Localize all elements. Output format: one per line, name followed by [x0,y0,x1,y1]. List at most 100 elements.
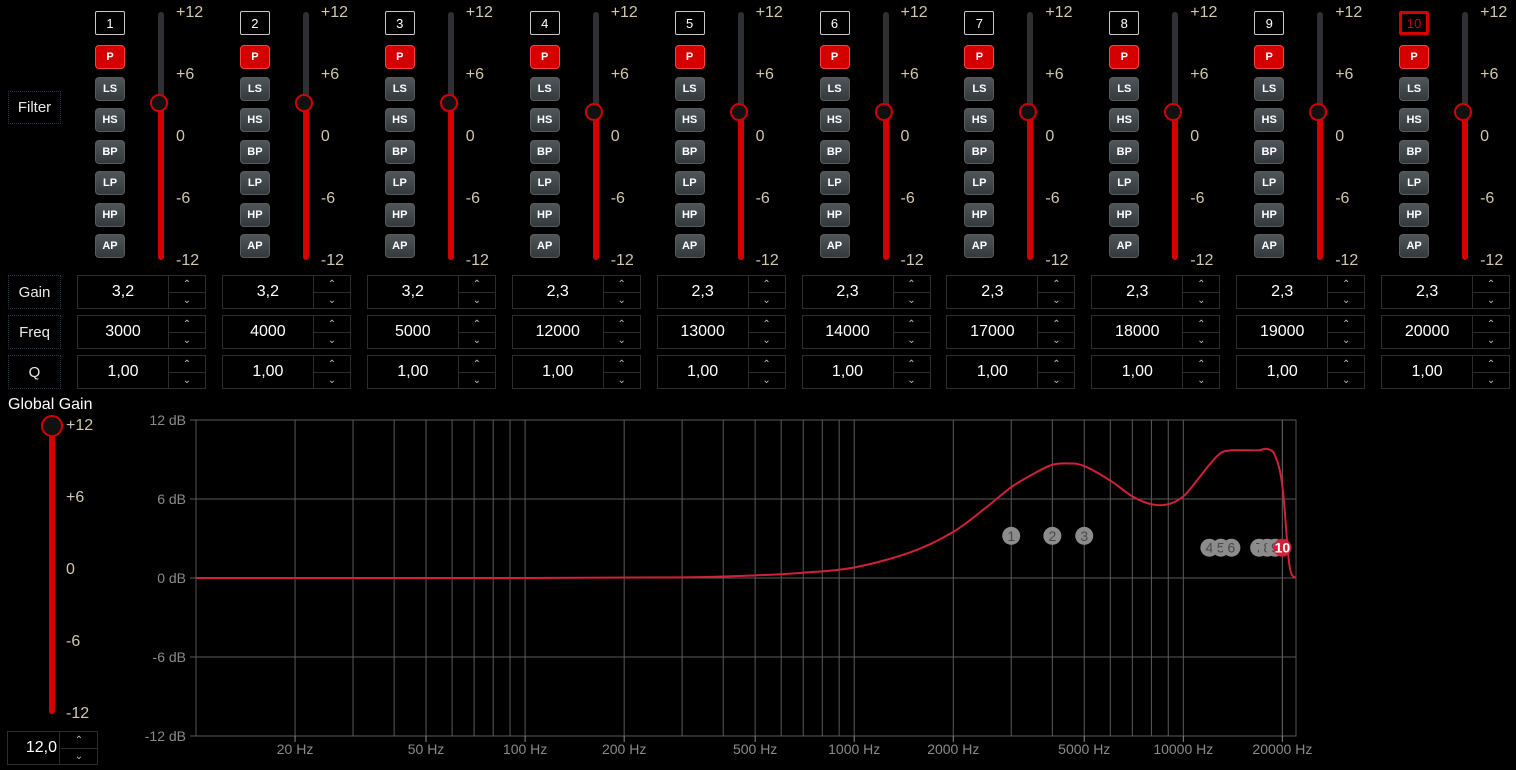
filter-type-button-p[interactable]: P [1399,45,1430,69]
band-gain-slider[interactable] [1164,12,1183,260]
filter-type-button-hs[interactable]: HS [239,108,270,132]
band-gain-spinbox[interactable]: 2,3 ⌃ ⌄ [511,275,641,309]
filter-type-button-ap[interactable]: AP [1399,234,1430,258]
band-marker[interactable] [1211,538,1230,557]
band-q-decrement-button[interactable]: ⌄ [459,372,495,388]
band-q-decrement-button[interactable]: ⌄ [1183,372,1219,388]
band-freq-spinbox[interactable]: 17000 ⌃ ⌄ [946,315,1076,349]
band-gain-spinbox[interactable]: 2,3 ⌃ ⌄ [1236,275,1366,309]
band-gain-value[interactable]: 2,3 [947,276,1039,308]
filter-type-button-hp[interactable]: HP [674,202,705,227]
filter-type-button-lp[interactable]: LP [674,171,705,195]
band-freq-value[interactable]: 14000 [803,316,894,348]
band-freq-increment-button[interactable]: ⌃ [1328,316,1365,333]
filter-type-button-hp[interactable]: HP [1254,202,1285,227]
band-gain-slider-thumb[interactable] [1019,103,1038,122]
band-q-decrement-button[interactable]: ⌄ [749,372,785,388]
band-gain-slider-thumb[interactable] [1164,103,1183,122]
filter-type-button-bp[interactable]: BP [1254,139,1285,164]
band-gain-value[interactable]: 2,3 [1092,276,1184,308]
band-gain-increment-button[interactable]: ⌃ [1183,276,1220,293]
band-q-decrement-button[interactable]: ⌄ [314,372,350,388]
band-gain-increment-button[interactable]: ⌃ [1473,276,1510,293]
band-gain-decrement-button[interactable]: ⌄ [604,292,640,308]
band-q-increment-button[interactable]: ⌃ [1038,356,1075,373]
band-marker[interactable] [1222,538,1241,557]
band-freq-value[interactable]: 18000 [1092,316,1184,348]
filter-type-button-hs[interactable]: HS [384,108,415,132]
band-q-spinbox[interactable]: 1,00 ⌃ ⌄ [801,355,931,389]
filter-type-button-hp[interactable]: HP [1109,202,1140,227]
band-gain-decrement-button[interactable]: ⌄ [894,292,930,308]
band-q-decrement-button[interactable]: ⌄ [1328,372,1364,388]
band-gain-spinbox[interactable]: 2,3 ⌃ ⌄ [1381,275,1511,309]
band-q-increment-button[interactable]: ⌃ [313,356,350,373]
band-gain-increment-button[interactable]: ⌃ [1038,276,1075,293]
band-gain-slider[interactable] [1019,12,1038,260]
band-gain-value[interactable]: 2,3 [658,276,749,308]
band-gain-spinbox[interactable]: 2,3 ⌃ ⌄ [656,275,786,309]
band-q-spinbox[interactable]: 1,00 ⌃ ⌄ [946,355,1076,389]
band-gain-spinbox[interactable]: 3,2 ⌃ ⌄ [221,275,351,309]
band-number-button[interactable]: 1 [95,11,125,35]
filter-type-button-lp[interactable]: LP [239,171,270,195]
band-q-spinbox[interactable]: 1,00 ⌃ ⌄ [77,355,206,389]
band-freq-spinbox[interactable]: 20000 ⌃ ⌄ [1381,315,1511,349]
global-gain-slider[interactable] [41,415,63,714]
band-q-spinbox[interactable]: 1,00 ⌃ ⌄ [221,355,351,389]
filter-type-button-ap[interactable]: AP [1254,234,1285,258]
band-q-value[interactable]: 1,00 [1237,356,1329,388]
band-freq-increment-button[interactable]: ⌃ [169,316,205,333]
band-freq-value[interactable]: 19000 [1237,316,1329,348]
band-q-value[interactable]: 1,00 [513,356,604,388]
band-gain-spinbox[interactable]: 2,3 ⌃ ⌄ [946,275,1076,309]
band-gain-value[interactable]: 3,2 [78,276,169,308]
filter-type-button-hp[interactable]: HP [239,202,270,227]
band-q-spinbox[interactable]: 1,00 ⌃ ⌄ [366,355,496,389]
band-freq-increment-button[interactable]: ⌃ [458,316,495,333]
band-gain-slider-thumb[interactable] [729,103,748,122]
filter-type-button-bp[interactable]: BP [95,139,125,164]
filter-type-button-bp[interactable]: BP [239,139,270,164]
filter-type-button-hs[interactable]: HS [674,108,705,132]
band-number-button[interactable]: 7 [964,11,995,35]
band-q-increment-button[interactable]: ⌃ [458,356,495,373]
filter-type-button-ls[interactable]: LS [674,76,705,101]
band-number-button[interactable]: 3 [384,11,415,35]
band-freq-value[interactable]: 20000 [1382,316,1474,348]
band-freq-spinbox[interactable]: 14000 ⌃ ⌄ [801,315,931,349]
band-freq-increment-button[interactable]: ⌃ [313,316,350,333]
band-gain-decrement-button[interactable]: ⌄ [1328,292,1364,308]
filter-type-button-hs[interactable]: HS [964,108,995,132]
band-number-button[interactable]: 9 [1254,11,1285,35]
filter-type-button-p[interactable]: P [384,45,415,69]
band-gain-value[interactable]: 2,3 [1237,276,1329,308]
filter-type-button-lp[interactable]: LP [1399,171,1430,195]
band-gain-slider[interactable] [150,12,168,260]
band-freq-increment-button[interactable]: ⌃ [893,316,930,333]
band-gain-slider[interactable] [584,12,603,260]
band-number-button[interactable]: 5 [674,11,705,35]
band-freq-spinbox[interactable]: 4000 ⌃ ⌄ [221,315,351,349]
filter-type-button-ls[interactable]: LS [384,76,415,101]
filter-type-button-hs[interactable]: HS [529,108,560,132]
band-freq-increment-button[interactable]: ⌃ [1038,316,1075,333]
band-marker[interactable] [1258,538,1277,557]
filter-type-button-p[interactable]: P [674,45,705,69]
filter-type-button-hp[interactable]: HP [819,202,850,227]
band-gain-decrement-button[interactable]: ⌄ [1183,292,1219,308]
filter-type-button-p[interactable]: P [529,45,560,69]
band-gain-slider[interactable] [874,12,893,260]
band-q-increment-button[interactable]: ⌃ [748,356,785,373]
band-marker[interactable] [1250,538,1269,557]
band-gain-slider-thumb[interactable] [1309,103,1328,122]
band-gain-spinbox[interactable]: 3,2 ⌃ ⌄ [77,275,206,309]
band-q-decrement-button[interactable]: ⌄ [1038,372,1074,388]
band-freq-decrement-button[interactable]: ⌄ [604,332,640,348]
band-freq-spinbox[interactable]: 5000 ⌃ ⌄ [366,315,496,349]
filter-type-button-p[interactable]: P [239,45,270,69]
filter-type-button-bp[interactable]: BP [964,139,995,164]
band-q-increment-button[interactable]: ⌃ [1183,356,1220,373]
filter-type-button-hp[interactable]: HP [964,202,995,227]
band-freq-decrement-button[interactable]: ⌄ [1038,332,1074,348]
